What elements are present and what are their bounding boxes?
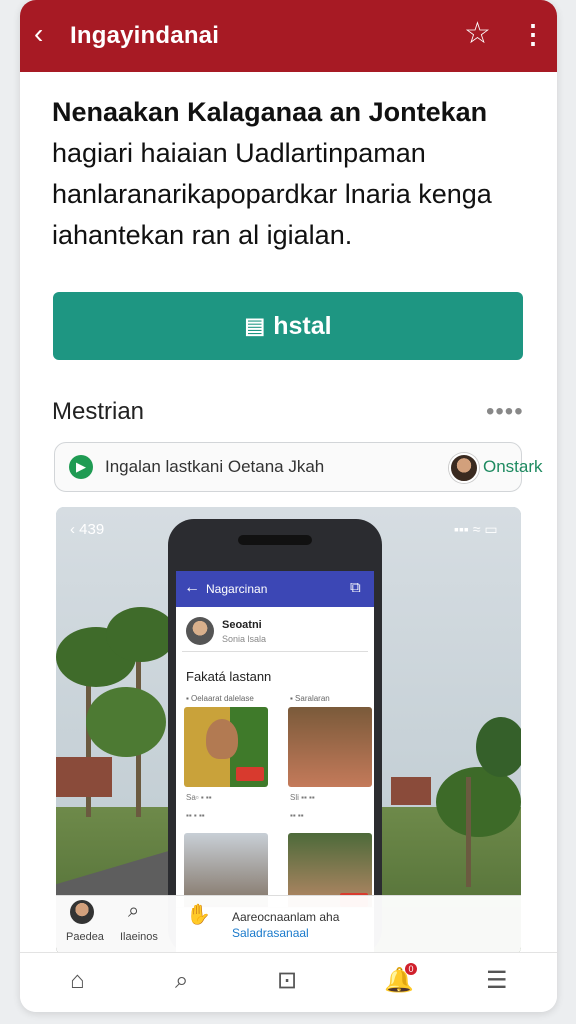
palm-tree	[106, 607, 176, 662]
media-tile[interactable]	[288, 707, 372, 787]
tile-caption: Sa▫ ▪ ▪▪	[186, 793, 212, 802]
hand-icon[interactable]: ✋	[186, 902, 211, 927]
status-bar-left: ‹ 439	[70, 521, 105, 538]
phone-user-row[interactable]: Seoatni Sonia lsala	[182, 613, 368, 652]
arrow-left-icon[interactable]: ←	[184, 579, 200, 597]
chevron-left-icon[interactable]: ‹	[34, 20, 56, 48]
description-line-3: hanlaranarikapopardkar lnaria kenga	[52, 179, 492, 209]
nav-link[interactable]: Saladrasanaal	[232, 926, 309, 940]
preview-pill[interactable]: ▶ Ingalan lastkani Oetana Jkah Onstark	[54, 442, 543, 492]
install-button[interactable]: ▤ hstal	[53, 292, 523, 360]
chat-icon[interactable]: ⊡	[277, 967, 297, 995]
menu-icon[interactable]: ☰	[486, 967, 508, 995]
search-icon[interactable]: ⌕	[175, 967, 188, 995]
phone-section-title: Fakatá lastann	[186, 669, 272, 684]
palm-tree	[476, 717, 521, 777]
edit-icon[interactable]: ⧉	[350, 579, 361, 596]
tile-caption: ▪▪ ▪▪	[290, 811, 304, 820]
notification-badge: 0	[405, 963, 417, 975]
screenshot-bottom-nav: Paedea ⌕ Ilaeinos ✋ Aareocnaanlam aha Sa…	[56, 895, 521, 955]
more-vert-icon[interactable]: ⋮	[520, 18, 546, 50]
avatar	[449, 453, 479, 483]
phone-mockup: ← Nagarcinan ⧉ Seoatni Sonia lsala Fakat…	[168, 519, 382, 955]
tile-caption: ▪▪ ▪ ▪▪	[186, 811, 205, 820]
app-card: ‹ Ingayindanai ☆ ⋮ Nenaakan Kalaganaa an…	[20, 0, 557, 1012]
section-title: Mestrian	[52, 398, 145, 425]
search-icon[interactable]: ⌕	[128, 900, 139, 923]
phone-subtitle-left: ▪ Oelaarat dalelase	[186, 694, 254, 703]
app-description: Nenaakan Kalaganaa an Jontekan hagiari h…	[52, 92, 522, 256]
description-line-4: iahantekan ran al igialan.	[52, 220, 353, 250]
page-title: Ingayindanai	[70, 22, 220, 49]
home-icon[interactable]: ⌂	[70, 967, 85, 995]
description-line-1: Nenaakan Kalaganaa an Jontekan	[52, 97, 488, 127]
status-badge	[236, 767, 264, 781]
media-tile[interactable]	[184, 707, 268, 787]
palm-tree	[86, 687, 166, 757]
user-subtitle: Sonia lsala	[222, 634, 267, 644]
user-name: Seoatni	[222, 619, 262, 631]
avatar[interactable]	[70, 900, 94, 924]
install-label: hstal	[273, 311, 332, 340]
palm-trunk	[466, 777, 471, 887]
app-bar: ‹ Ingayindanai ☆ ⋮	[20, 0, 557, 72]
avatar	[186, 617, 214, 645]
more-dots-icon[interactable]: ••••	[486, 398, 524, 426]
tile-caption: Sli ▪▪ ▪▪	[290, 793, 315, 802]
nav-label-profile: Paedea	[66, 931, 104, 943]
phone-app-title: Nagarcinan	[206, 582, 268, 596]
play-icon[interactable]: ▶	[69, 455, 93, 479]
status-bar-right: ▪▪▪ ≈ ▭	[454, 521, 498, 537]
house	[56, 757, 112, 797]
pill-action-link[interactable]: Onstark	[483, 457, 543, 477]
nav-label-search: Ilaeinos	[120, 931, 158, 943]
phone-app-bar: ← Nagarcinan ⧉	[176, 571, 374, 607]
nav-message: Aareocnaanlam aha	[232, 910, 340, 924]
person-image	[206, 719, 238, 759]
description-line-2: hagiari haiaian Uadlartinpaman	[52, 138, 426, 168]
bottom-nav: ⌂ ⌕ ⊡ 🔔 0 ☰	[20, 952, 557, 1012]
house	[391, 777, 431, 805]
app-screenshot[interactable]: ‹ 439 ▪▪▪ ≈ ▭ ← Nagarcinan ⧉ Seoatni Son…	[56, 507, 521, 955]
star-icon[interactable]: ☆	[464, 18, 491, 50]
install-icon: ▤	[244, 313, 266, 338]
palm-tree	[436, 767, 521, 837]
phone-subtitle-right: ▪ Saralaran	[290, 694, 330, 703]
phone-notch	[238, 535, 312, 545]
pill-text: Ingalan lastkani Oetana Jkah	[105, 457, 325, 476]
